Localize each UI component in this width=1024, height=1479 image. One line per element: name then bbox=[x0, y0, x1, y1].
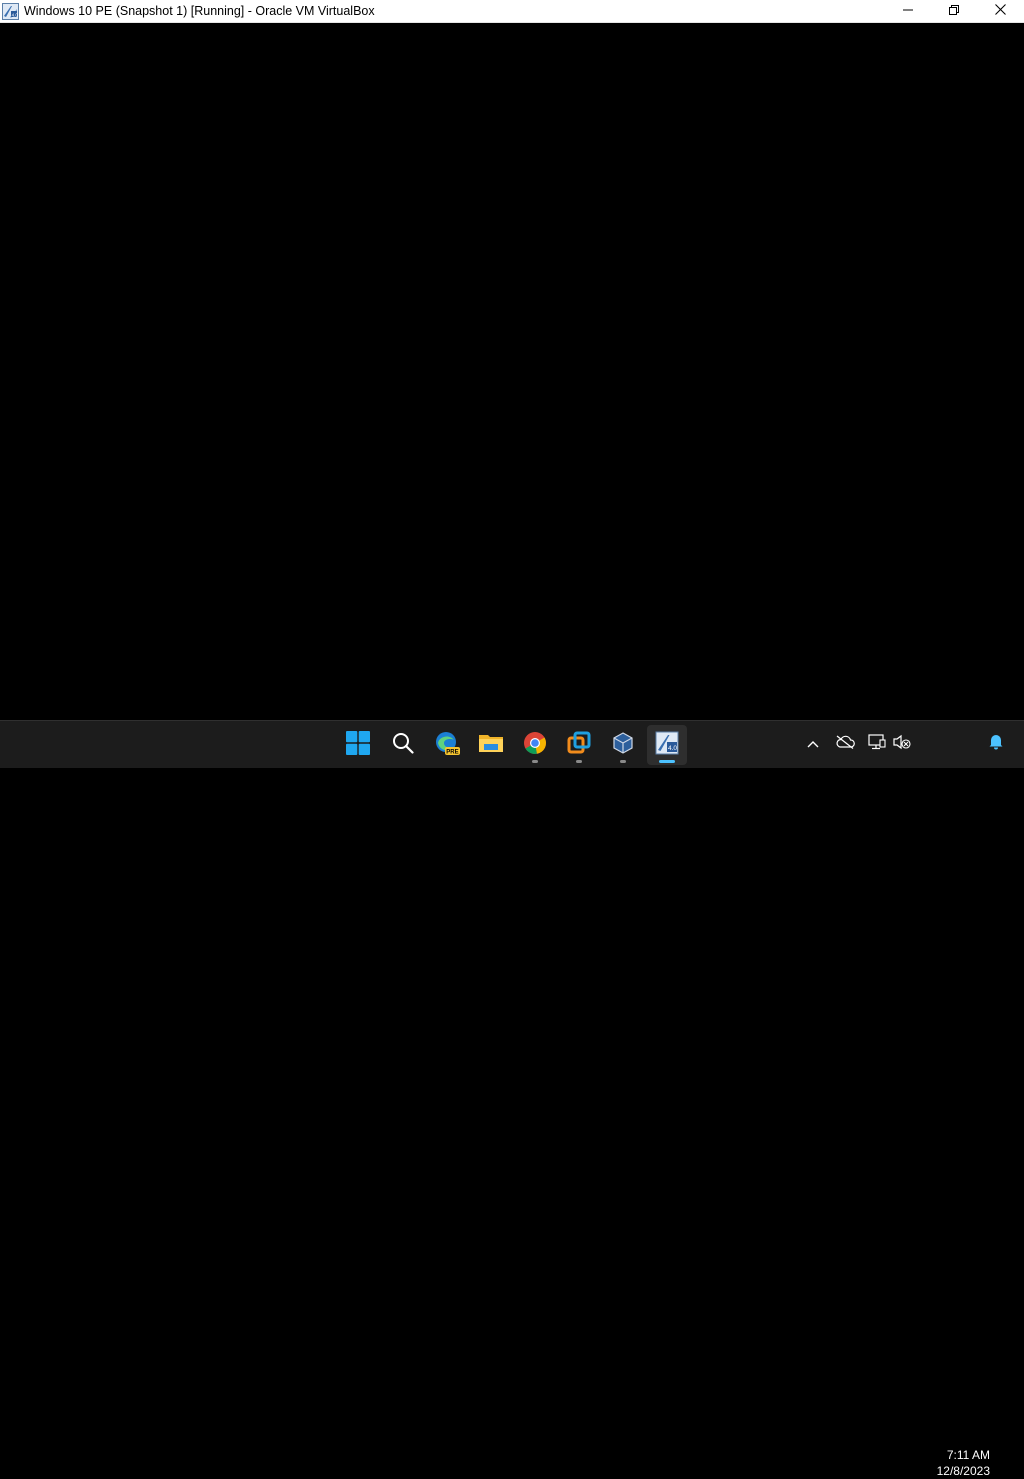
windows-logo-icon bbox=[346, 730, 370, 760]
close-icon bbox=[994, 2, 1006, 20]
vmware-icon bbox=[567, 731, 591, 760]
notification-center-button[interactable] bbox=[985, 733, 1007, 755]
close-button[interactable] bbox=[977, 0, 1023, 22]
speaker-muted-icon bbox=[893, 734, 911, 755]
minimize-icon bbox=[903, 2, 913, 20]
edge-preview-button[interactable]: PRE bbox=[427, 725, 467, 765]
chevron-up-icon bbox=[807, 735, 819, 753]
minimize-button[interactable] bbox=[885, 0, 931, 22]
svg-text:4.0: 4.0 bbox=[668, 745, 677, 752]
clock-time: 7:11 AM bbox=[946, 1448, 990, 1462]
network-icon bbox=[868, 733, 886, 755]
system-clock[interactable]: 7:11 AM 12/8/2023 bbox=[918, 1447, 990, 1479]
cloud-offline-icon bbox=[835, 735, 855, 754]
virtualbox-manager-button[interactable] bbox=[603, 725, 643, 765]
chrome-button[interactable] bbox=[515, 725, 555, 765]
chrome-icon bbox=[523, 731, 547, 760]
virtualbox-vm-icon[interactable]: 4.0 bbox=[2, 3, 19, 20]
running-indicator bbox=[576, 760, 582, 763]
running-indicator bbox=[620, 760, 626, 763]
start-button[interactable] bbox=[338, 725, 378, 765]
virtualbox-cube-icon bbox=[611, 731, 635, 760]
taskbar: PRE 4.0 7:11 AM 12/8/2023 bbox=[0, 720, 1024, 1478]
vm-display-area[interactable] bbox=[0, 23, 1024, 720]
svg-text:4.0: 4.0 bbox=[12, 12, 19, 17]
restore-button[interactable] bbox=[931, 0, 977, 22]
edge-pre-badge: PRE bbox=[446, 749, 458, 755]
clock-date: 12/8/2023 bbox=[936, 1464, 990, 1478]
active-indicator bbox=[659, 760, 675, 763]
search-button[interactable] bbox=[383, 725, 423, 765]
virtualbox-vm-icon: 4.0 bbox=[655, 731, 679, 760]
restore-icon bbox=[949, 2, 959, 20]
volume-tray-button[interactable] bbox=[891, 733, 913, 755]
search-icon bbox=[392, 732, 414, 759]
show-hidden-icons-button[interactable] bbox=[802, 733, 824, 755]
vmware-button[interactable] bbox=[559, 725, 599, 765]
file-explorer-button[interactable] bbox=[471, 725, 511, 765]
window-title: Windows 10 PE (Snapshot 1) [Running] - O… bbox=[24, 4, 375, 18]
edge-icon: PRE bbox=[434, 730, 460, 761]
window-titlebar[interactable]: 4.0 Windows 10 PE (Snapshot 1) [Running]… bbox=[0, 0, 1024, 23]
virtualbox-vm-window-button[interactable]: 4.0 bbox=[647, 725, 687, 765]
running-indicator bbox=[532, 760, 538, 763]
notification-bell-icon bbox=[988, 733, 1004, 755]
onedrive-tray-button[interactable] bbox=[834, 733, 856, 755]
folder-icon bbox=[478, 732, 504, 759]
network-tray-button[interactable] bbox=[866, 733, 888, 755]
